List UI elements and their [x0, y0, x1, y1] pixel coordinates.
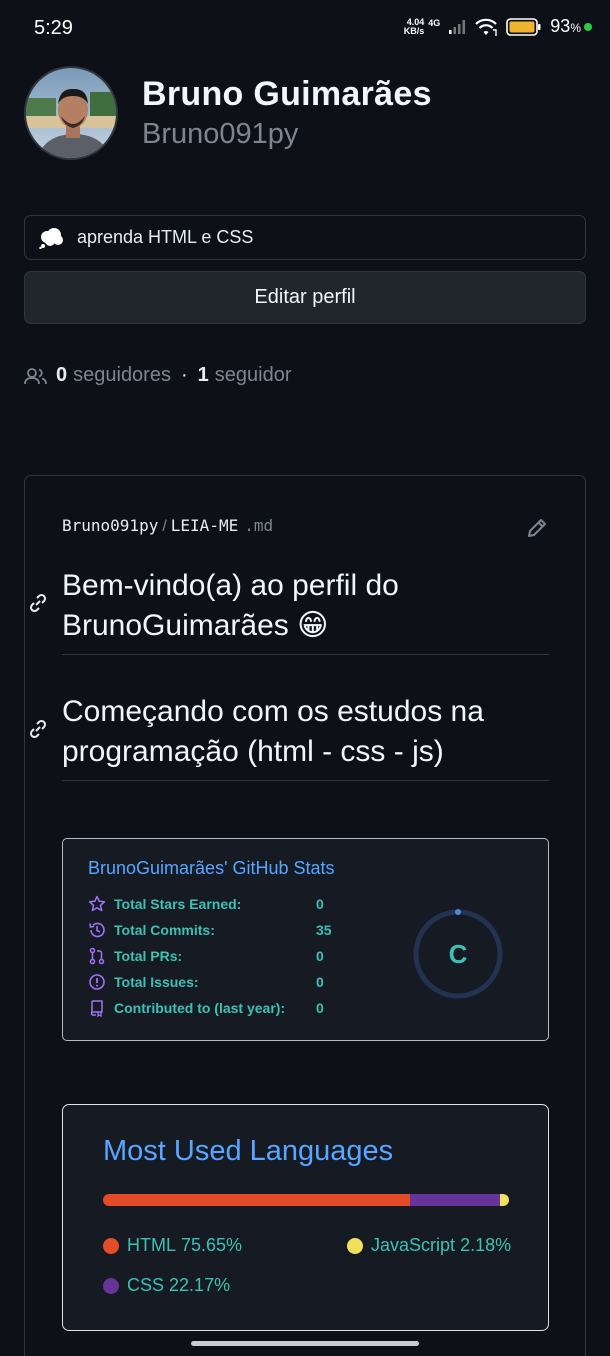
- edit-profile-button[interactable]: Editar perfil: [24, 271, 586, 324]
- languages-bar: [103, 1194, 509, 1206]
- thought-balloon-icon: [39, 227, 65, 249]
- status-icons: 4.04 KB/s 4G 93%: [404, 16, 592, 37]
- repo-icon: [88, 999, 106, 1017]
- languages-bar-css: [410, 1194, 501, 1206]
- stat-row-stars: Total Stars Earned: 0: [88, 895, 324, 913]
- user-status-text: aprenda HTML e CSS: [77, 227, 254, 247]
- rank-grade: C: [449, 939, 468, 969]
- readme-card: Bruno091py / LEIA-ME .md Bem-vindo(a) ao pe…: [24, 475, 586, 1356]
- edit-readme-pencil-icon[interactable]: [525, 516, 549, 545]
- star-icon: [88, 895, 106, 913]
- issue-icon: [88, 973, 106, 991]
- pull-request-icon: [88, 947, 106, 965]
- github-stats-card[interactable]: BrunoGuimarães' GitHub Stats Total Stars…: [62, 838, 549, 1041]
- anchor-link-icon[interactable]: [27, 718, 49, 745]
- language-item-javascript: JavaScript 2.18%: [347, 1235, 511, 1256]
- profile-names: Bruno Guimarães Bruno091py: [142, 75, 432, 151]
- readme-heading-studies: Começando com os estudos na programação …: [62, 692, 549, 781]
- languages-title: Most Used Languages: [103, 1135, 394, 1167]
- profile-username: Bruno091py: [142, 118, 299, 150]
- battery-percent: 93%: [550, 16, 581, 36]
- avatar[interactable]: [24, 66, 118, 160]
- status-bar: 5:29 4.04 KB/s 4G 93%: [0, 0, 610, 58]
- languages-bar-javascript: [500, 1194, 509, 1206]
- readme-heading-welcome: Bem-vindo(a) ao perfil do BrunoGuimarães…: [62, 566, 549, 655]
- rank-grade-ring: C: [413, 909, 503, 999]
- history-icon: [88, 921, 106, 939]
- stat-row-issues: Total Issues: 0: [88, 973, 324, 991]
- net-speed: 4.04 KB/s: [403, 16, 425, 36]
- languages-card[interactable]: Most Used Languages HTML 75.65% JavaScri…: [62, 1104, 549, 1331]
- anchor-link-icon[interactable]: [27, 592, 49, 619]
- language-dot: [103, 1277, 119, 1294]
- readme-path: Bruno091py / LEIA-ME .md: [62, 516, 274, 535]
- followers-separator: ·: [180, 364, 188, 386]
- status-time: 5:29: [34, 17, 73, 39]
- stat-row-contributed: Contributed to (last year): 0: [88, 999, 324, 1017]
- battery-icon: [506, 17, 541, 36]
- stat-row-commits: Total Commits: 35: [88, 921, 332, 939]
- following-link[interactable]: 1 seguidor: [198, 364, 292, 387]
- followers-link[interactable]: 0 seguidores: [56, 364, 171, 387]
- stat-row-prs: Total PRs: 0: [88, 947, 324, 965]
- readme-file-link[interactable]: LEIA-ME: [171, 516, 238, 535]
- signal-icon: [449, 19, 466, 34]
- wifi-icon: [475, 18, 498, 36]
- network-type: 4G: [428, 17, 441, 28]
- stats-title: BrunoGuimarães' GitHub Stats: [88, 858, 335, 878]
- followers-summary: 0 seguidores · 1 seguidor: [24, 364, 291, 387]
- user-status[interactable]: aprenda HTML e CSS: [24, 215, 586, 260]
- language-dot: [103, 1237, 119, 1254]
- language-item-css: CSS 22.17%: [103, 1275, 230, 1296]
- charging-dot-icon: [584, 22, 592, 31]
- language-item-html: HTML 75.65%: [103, 1235, 242, 1256]
- readme-owner-link[interactable]: Bruno091py: [62, 516, 158, 535]
- profile-header: Bruno Guimarães Bruno091py: [24, 66, 432, 160]
- profile-full-name: Bruno Guimarães: [142, 75, 432, 113]
- languages-bar-html: [103, 1194, 411, 1206]
- language-dot: [347, 1237, 363, 1254]
- people-icon: [24, 367, 47, 384]
- home-indicator[interactable]: [191, 1341, 419, 1346]
